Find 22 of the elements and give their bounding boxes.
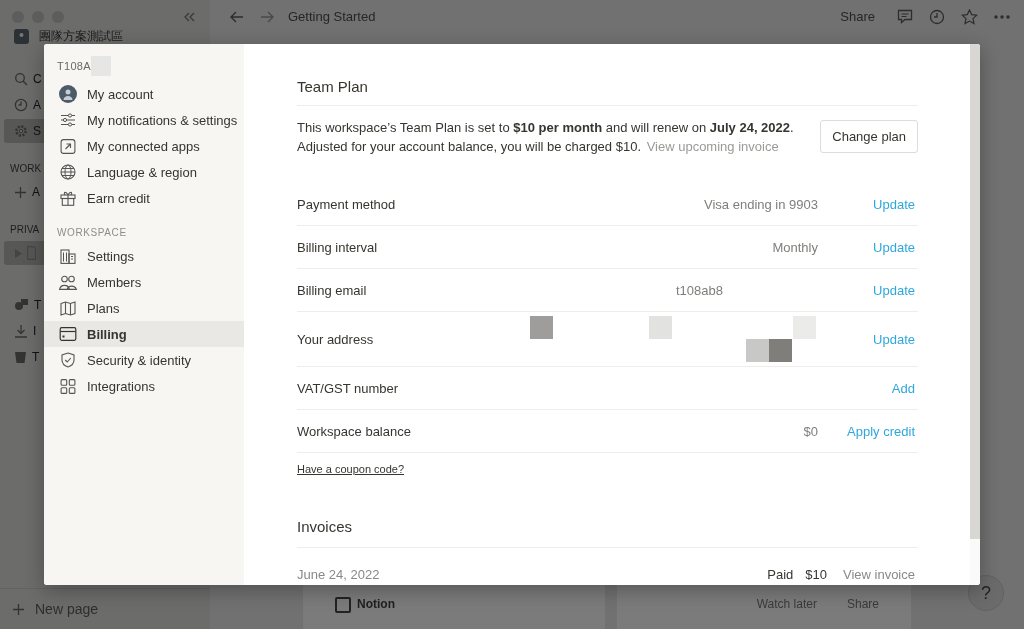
row-label: Your address (297, 331, 375, 347)
section-title: Invoices (297, 518, 918, 548)
invoice-amount: $10 (805, 566, 827, 582)
row-value: $0 (803, 423, 818, 439)
row-value: t108ab8 (676, 282, 723, 298)
section-heading: WORK (9, 162, 42, 176)
invoice-date: June 24, 2022 (297, 566, 380, 582)
balance-note: Adjusted for your account balance, you will be charged $10. (297, 139, 641, 154)
row-label: Billing interval (297, 239, 379, 255)
row-value: Visa ending in 9903 (704, 196, 818, 212)
account-label: T108A (57, 60, 91, 72)
invoice-status: Paid (767, 566, 794, 582)
row-label: VAT/GST number (297, 380, 400, 396)
card-title: Notion (357, 597, 395, 611)
section-title: Team Plan (297, 78, 918, 106)
row-label: Payment method (297, 196, 397, 212)
plan-description: This workspace’s Team Plan is set to $10 per month and will renew on July 24, 2022. (297, 119, 795, 137)
row-label: Billing email (297, 282, 368, 298)
section-heading: PRIVA (9, 223, 41, 237)
row-value: Monthly (772, 239, 818, 255)
row-label: Workspace balance (297, 423, 412, 439)
section-heading: WORKSPACE (56, 226, 128, 240)
